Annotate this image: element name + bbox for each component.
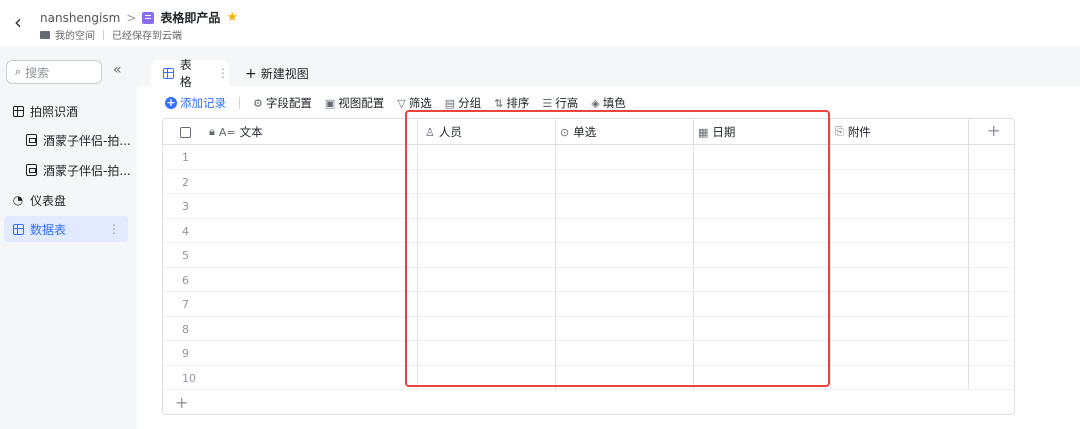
sidebar-item-form-2[interactable]: 酒蒙子伴侣-拍... <box>4 157 131 183</box>
column-header-text[interactable]: 🔒︎ A= 文本 <box>209 119 263 145</box>
filter-icon: ▽ <box>397 96 406 110</box>
doc-location: 我的空间 已经保存到云端 <box>40 27 182 42</box>
row-number: 2 <box>182 175 189 189</box>
gear-icon: ⚙ <box>253 96 263 110</box>
tab-table-view[interactable]: 表格 ⋮ <box>151 58 229 89</box>
row-number: 8 <box>182 322 189 336</box>
back-chevron-left-icon[interactable]: ‹ <box>14 12 22 32</box>
search-placeholder: 搜索 <box>25 65 50 80</box>
add-record-button[interactable]: + 添加记录 <box>165 95 226 111</box>
view-config-label: 视图配置 <box>338 96 385 110</box>
highlight-box <box>405 110 830 387</box>
collapse-sidebar-icon[interactable]: « <box>113 62 122 78</box>
row-number: 4 <box>182 224 189 238</box>
sidebar-item-label: 拍照识酒 <box>30 104 79 119</box>
sort-button[interactable]: ⇅ 排序 <box>494 95 529 111</box>
row-number: 5 <box>182 249 189 262</box>
checkbox-icon <box>180 126 191 138</box>
breadcrumb: nanshengism > 表格即产品 ★ <box>40 9 238 26</box>
lock-icon: 🔒︎ <box>209 125 215 138</box>
dashboard-icon: ◔ <box>12 193 24 207</box>
column-label: 文本 <box>239 125 263 139</box>
save-status: 已经保存到云端 <box>112 31 182 42</box>
row-number: 6 <box>182 273 189 287</box>
doc-title[interactable]: 表格即产品 <box>160 9 220 26</box>
column-divider <box>968 119 969 389</box>
sort-label: 排序 <box>506 96 530 110</box>
table-icon <box>12 223 24 235</box>
doc-icon <box>142 11 155 24</box>
tab-label: 表格 <box>179 58 192 89</box>
view-tabs: 表格 ⋮ + 新建视图 <box>137 46 1080 89</box>
view-config-button[interactable]: ▣ 视图配置 <box>325 95 384 111</box>
sidebar-item-photo-wine[interactable]: 拍照识酒 <box>4 98 128 124</box>
form-icon <box>26 134 37 146</box>
row-height-label: 行高 <box>555 96 579 110</box>
fill-color-button[interactable]: ◈ 填色 <box>591 95 625 111</box>
sidebar-item-label: 酒蒙子伴侣-拍... <box>43 133 131 148</box>
group-label: 分组 <box>458 96 482 110</box>
view-settings-icon: ▣ <box>324 96 336 110</box>
form-icon <box>26 164 37 176</box>
new-view-label: 新建视图 <box>260 67 309 81</box>
search-icon: ⌕ <box>15 65 22 78</box>
sort-icon: ⇅ <box>494 96 504 110</box>
column-header-attachment[interactable]: ⎘ 附件 <box>835 119 871 145</box>
text-field-icon: A= <box>218 125 236 139</box>
plus-circle-icon: + <box>165 96 177 109</box>
breadcrumb-parent[interactable]: nanshengism <box>40 11 120 25</box>
new-view-button[interactable]: + 新建视图 <box>245 65 309 82</box>
location-label[interactable]: 我的空间 <box>55 27 95 42</box>
divider <box>239 97 240 109</box>
row-number: 1 <box>182 151 189 164</box>
field-config-label: 字段配置 <box>265 96 312 110</box>
row-number: 9 <box>182 347 189 360</box>
row-number: 3 <box>182 200 189 213</box>
table-icon <box>12 105 24 117</box>
folder-icon <box>40 30 50 39</box>
field-config-button[interactable]: ⚙ 字段配置 <box>253 95 312 111</box>
filter-button[interactable]: ▽ 筛选 <box>397 95 431 111</box>
divider <box>103 29 104 40</box>
sidebar-item-datatable[interactable]: 数据表 ⋮ <box>4 216 128 242</box>
more-icon[interactable]: ⋮ <box>217 66 229 80</box>
chevron-right-icon: > <box>126 10 137 25</box>
table-icon <box>163 67 174 79</box>
group-icon: ▤ <box>444 96 456 110</box>
sidebar-item-label: 数据表 <box>30 222 67 237</box>
row-height-icon: ☰ <box>542 96 553 110</box>
paint-bucket-icon: ◈ <box>591 96 600 110</box>
sidebar-item-label: 酒蒙子伴侣-拍... <box>43 163 131 178</box>
top-bar: ‹ nanshengism > 表格即产品 ★ 我的空间 已经保存到云端 <box>0 0 1080 46</box>
star-icon[interactable]: ★ <box>226 10 238 25</box>
add-row-button[interactable]: + <box>175 393 188 412</box>
column-divider <box>830 119 831 389</box>
select-all-checkbox[interactable] <box>180 119 191 145</box>
column-label: 附件 <box>847 125 871 139</box>
sidebar-item-form-1[interactable]: 酒蒙子伴侣-拍... <box>4 127 131 153</box>
fill-color-label: 填色 <box>602 96 626 110</box>
more-icon[interactable]: ⋮ <box>108 222 120 236</box>
row-height-button[interactable]: ☰ 行高 <box>542 95 578 111</box>
row-number: 7 <box>182 298 189 311</box>
sidebar-item-label: 仪表盘 <box>30 193 67 208</box>
add-column-button[interactable]: + <box>987 121 1000 140</box>
plus-icon: + <box>245 65 257 82</box>
search-input[interactable]: ⌕ 搜索 <box>6 60 102 84</box>
row-number: 10 <box>182 371 196 385</box>
paperclip-icon: ⎘ <box>835 125 844 138</box>
sidebar-item-dashboard[interactable]: ◔ 仪表盘 <box>4 187 128 213</box>
group-button[interactable]: ▤ 分组 <box>445 95 481 111</box>
sidebar: ⌕ 搜索 « 拍照识酒 酒蒙子伴侣-拍... 酒蒙子伴侣-拍... ◔ 仪表盘 … <box>0 46 137 429</box>
filter-label: 筛选 <box>408 96 432 110</box>
add-record-label: 添加记录 <box>180 96 226 110</box>
